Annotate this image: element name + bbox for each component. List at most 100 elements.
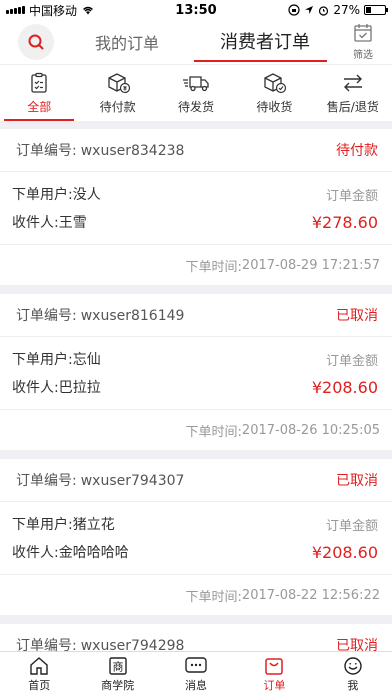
- receiver-name: 金哈哈哈哈: [58, 545, 129, 561]
- order-time-value: 2017-08-29 17:21:57: [241, 257, 380, 273]
- tabbar-messages[interactable]: 消息: [157, 652, 235, 696]
- receiver-name: 巴拉拉: [58, 380, 101, 396]
- order-time: 下单时间: 2017-08-26 10:25:05: [0, 410, 392, 450]
- order-amount: ¥208.60: [311, 377, 378, 397]
- order-card-header: 订单编号: wxuser794298 已取消: [0, 624, 392, 651]
- order-card-header: 订单编号: wxuser816149 已取消: [0, 294, 392, 337]
- amount-label: 订单金额: [325, 518, 378, 534]
- receiver-label: 收件人:: [12, 215, 59, 231]
- clipboard-icon: [31, 72, 47, 93]
- order-status: 已取消: [336, 638, 378, 651]
- status-tab-all[interactable]: 全部: [0, 65, 78, 121]
- academy-icon: 商: [108, 656, 127, 675]
- order-amount: ¥208.60: [311, 542, 378, 562]
- status-tab-label: 待收货: [256, 100, 293, 114]
- order-card[interactable]: 订单编号: wxuser816149 已取消 下单用户:忘仙 订单金额 收件人:巴…: [0, 294, 392, 450]
- tabbar-label: 首页: [28, 678, 51, 692]
- order-number-value: wxuser834238: [80, 143, 185, 159]
- tabbar-label: 订单: [263, 678, 286, 692]
- order-number: 订单编号: wxuser794307: [12, 470, 184, 490]
- buyer-name: 猪立花: [72, 517, 115, 533]
- order-card-header: 订单编号: wxuser794307 已取消: [0, 459, 392, 502]
- tabbar-me[interactable]: 我: [314, 652, 392, 696]
- signal-icon: [6, 6, 25, 14]
- wifi-icon: [83, 6, 94, 15]
- amount-label: 订单金额: [325, 353, 378, 369]
- buyer: 下单用户:猪立花: [12, 514, 115, 534]
- order-card-body: 下单用户:猪立花 订单金额 收件人:金哈哈哈哈 ¥208.60: [0, 502, 392, 575]
- tab-my-orders[interactable]: 我的订单: [95, 30, 159, 54]
- bottom-tab-bar: 首页 商 商学院 消息 订单 我: [0, 651, 392, 696]
- order-status: 已取消: [336, 308, 378, 324]
- order-card-body: 下单用户:没人 订单金额 收件人:王雪 ¥278.60: [0, 172, 392, 245]
- status-tab-label: 待付款: [99, 100, 136, 114]
- smile-face-icon: [344, 656, 362, 675]
- order-card[interactable]: 订单编号: wxuser794298 已取消: [0, 624, 392, 651]
- active-tab-indicator: [194, 60, 327, 62]
- status-tab-pending-shipment[interactable]: 待发货: [157, 65, 235, 121]
- battery-percent: 27%: [333, 3, 360, 17]
- orientation-lock-icon: [288, 4, 300, 16]
- receiver: 收件人:金哈哈哈哈: [12, 542, 129, 562]
- status-bar: 中国移动 13:50 27%: [0, 0, 392, 20]
- order-number: 订单编号: wxuser794298: [12, 635, 184, 651]
- buyer-name: 没人: [72, 187, 101, 203]
- order-card[interactable]: 订单编号: wxuser794307 已取消 下单用户:猪立花 订单金额 收件人:…: [0, 459, 392, 615]
- order-number-label: 订单编号:: [16, 308, 77, 324]
- amount-label: 订单金额: [325, 188, 378, 204]
- order-number: 订单编号: wxuser816149: [12, 305, 184, 325]
- order-bag-icon: [265, 657, 284, 675]
- buyer-label: 下单用户:: [12, 517, 73, 533]
- buyer-label: 下单用户:: [12, 187, 73, 203]
- order-number-label: 订单编号:: [16, 143, 77, 159]
- wallet-box-icon: [107, 73, 130, 94]
- clock: 13:50: [175, 2, 217, 18]
- order-time-label: 下单时间:: [185, 424, 242, 440]
- order-time-value: 2017-08-22 12:56:22: [241, 587, 380, 603]
- home-icon: [30, 656, 48, 675]
- status-tab-label: 待发货: [178, 100, 215, 114]
- buyer-name: 忘仙: [72, 352, 101, 368]
- buyer: 下单用户:没人: [12, 184, 101, 204]
- status-tab-pending-receipt[interactable]: 待收货: [235, 65, 313, 121]
- order-number-label: 订单编号:: [16, 638, 77, 651]
- order-number-value: wxuser794298: [80, 638, 185, 651]
- carrier-name: 中国移动: [29, 3, 78, 18]
- tabbar-label: 消息: [185, 678, 208, 692]
- box-check-icon: [264, 73, 287, 94]
- receiver-label: 收件人:: [12, 380, 59, 396]
- calendar-check-icon: [354, 24, 372, 42]
- header: 我的订单 消费者订单 筛选: [0, 20, 392, 64]
- order-time-label: 下单时间:: [185, 589, 242, 605]
- order-card[interactable]: 订单编号: wxuser834238 待付款 下单用户:没人 订单金额 收件人:王…: [0, 129, 392, 285]
- order-status-tabs: 全部 待付款 待发货 待收货 售后/退货: [0, 64, 392, 121]
- search-button[interactable]: [18, 24, 54, 60]
- order-number-value: wxuser816149: [80, 308, 185, 324]
- message-icon: [185, 656, 207, 673]
- order-number: 订单编号: wxuser834238: [12, 140, 184, 160]
- order-status: 待付款: [336, 143, 378, 159]
- status-tab-label: 全部: [27, 100, 52, 114]
- status-tab-pending-payment[interactable]: 待付款: [78, 65, 156, 121]
- order-card-header: 订单编号: wxuser834238 待付款: [0, 129, 392, 172]
- tab-consumer-orders[interactable]: 消费者订单: [220, 28, 310, 54]
- order-status: 已取消: [336, 473, 378, 489]
- status-tab-after-sales[interactable]: 售后/退货: [314, 65, 392, 121]
- order-number-label: 订单编号:: [16, 473, 77, 489]
- battery-icon: [364, 5, 388, 15]
- tabbar-orders[interactable]: 订单: [235, 652, 313, 696]
- alarm-icon: [319, 5, 329, 16]
- tabbar-label: 商学院: [101, 678, 135, 692]
- filter-button[interactable]: 筛选: [350, 22, 376, 61]
- receiver-label: 收件人:: [12, 545, 59, 561]
- order-time: 下单时间: 2017-08-22 12:56:22: [0, 575, 392, 615]
- order-card-body: 下单用户:忘仙 订单金额 收件人:巴拉拉 ¥208.60: [0, 337, 392, 410]
- tabbar-academy[interactable]: 商 商学院: [78, 652, 156, 696]
- order-list: 订单编号: wxuser834238 待付款 下单用户:没人 订单金额 收件人:王…: [0, 121, 392, 651]
- tabbar-home[interactable]: 首页: [0, 652, 78, 696]
- receiver-name: 王雪: [58, 215, 87, 231]
- status-tab-label: 售后/退货: [326, 100, 379, 114]
- filter-label: 筛选: [353, 50, 373, 61]
- tabbar-label: 我: [347, 678, 359, 692]
- buyer: 下单用户:忘仙: [12, 349, 101, 369]
